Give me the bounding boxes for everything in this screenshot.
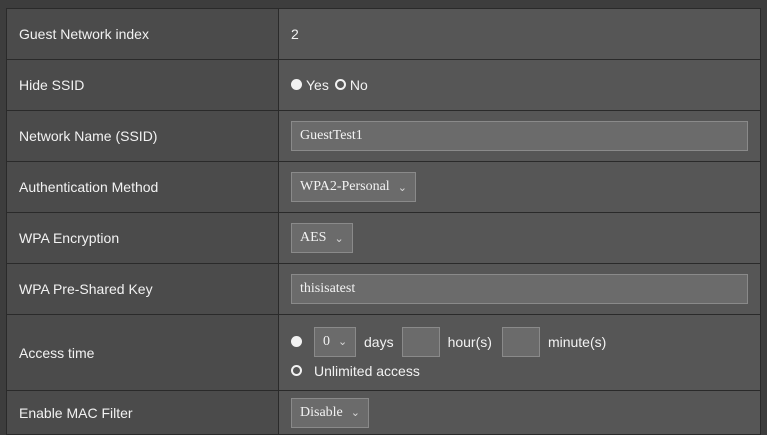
chevron-down-icon: ⌄ bbox=[338, 335, 348, 348]
hours-input[interactable] bbox=[401, 326, 440, 357]
hide-ssid-no-label: No bbox=[349, 76, 368, 93]
days-value: 0 bbox=[323, 333, 330, 349]
access-time-limited-radio[interactable] bbox=[291, 336, 302, 347]
hide-ssid-radio-group: Yes No bbox=[291, 77, 374, 93]
network-name-input[interactable]: GuestTest1 bbox=[291, 121, 748, 151]
unlimited-access-label: Unlimited access bbox=[314, 362, 420, 379]
days-select[interactable]: 0 ⌄ bbox=[314, 326, 356, 357]
auth-method-value: WPA2-Personal bbox=[300, 179, 390, 194]
hours-label: hour(s) bbox=[447, 333, 492, 350]
hide-ssid-no-radio[interactable] bbox=[334, 79, 346, 91]
access-time-unlimited-line: Unlimited access bbox=[291, 363, 748, 379]
hide-ssid-yes-radio[interactable] bbox=[291, 79, 302, 91]
days-label: days bbox=[364, 333, 394, 350]
row-guest-index: Guest Network index 2 bbox=[6, 8, 761, 60]
row-psk: WPA Pre-Shared Key thisisatest bbox=[6, 263, 761, 315]
minutes-input[interactable] bbox=[501, 326, 540, 357]
settings-table: Guest Network index 2 Hide SSID Yes No N… bbox=[6, 8, 761, 435]
hide-ssid-yes-option[interactable]: Yes bbox=[291, 77, 329, 93]
chevron-down-icon: ⌄ bbox=[334, 231, 344, 245]
mac-filter-label: Enable MAC Filter bbox=[6, 390, 279, 435]
wpa-encryption-value: AES bbox=[300, 230, 327, 245]
row-wpa-encryption: WPA Encryption AES ⌄ bbox=[6, 212, 761, 264]
chevron-down-icon: ⌄ bbox=[397, 180, 407, 194]
guest-network-settings: Guest Network index 2 Hide SSID Yes No N… bbox=[0, 0, 767, 435]
guest-index-label: Guest Network index bbox=[6, 8, 279, 60]
wpa-encryption-select[interactable]: AES ⌄ bbox=[291, 223, 353, 253]
psk-label: WPA Pre-Shared Key bbox=[6, 263, 279, 315]
row-mac-filter: Enable MAC Filter Disable ⌄ bbox=[6, 390, 761, 435]
psk-input[interactable]: thisisatest bbox=[291, 274, 748, 304]
auth-method-select[interactable]: WPA2-Personal ⌄ bbox=[291, 172, 416, 202]
hide-ssid-yes-label: Yes bbox=[306, 76, 329, 93]
mac-filter-value: Disable bbox=[300, 404, 343, 420]
wpa-encryption-label: WPA Encryption bbox=[6, 212, 279, 264]
access-time-limited-line: 0 ⌄ days hour(s) minute(s) bbox=[291, 326, 748, 357]
mac-filter-select[interactable]: Disable ⌄ bbox=[291, 397, 369, 428]
row-auth-method: Authentication Method WPA2-Personal ⌄ bbox=[6, 161, 761, 213]
hide-ssid-no-option[interactable]: No bbox=[334, 76, 368, 93]
minutes-label: minute(s) bbox=[547, 333, 607, 350]
network-name-label: Network Name (SSID) bbox=[6, 110, 279, 162]
hide-ssid-label: Hide SSID bbox=[6, 59, 279, 111]
row-hide-ssid: Hide SSID Yes No bbox=[6, 59, 761, 111]
access-time-unlimited-radio[interactable] bbox=[291, 365, 302, 376]
guest-index-value: 2 bbox=[291, 26, 299, 42]
auth-method-label: Authentication Method bbox=[6, 161, 279, 213]
row-network-name: Network Name (SSID) GuestTest1 bbox=[6, 110, 761, 162]
chevron-down-icon: ⌄ bbox=[350, 406, 360, 419]
row-access-time: Access time 0 ⌄ days hour(s) minute(s) U… bbox=[6, 314, 761, 391]
access-time-label: Access time bbox=[6, 314, 279, 391]
